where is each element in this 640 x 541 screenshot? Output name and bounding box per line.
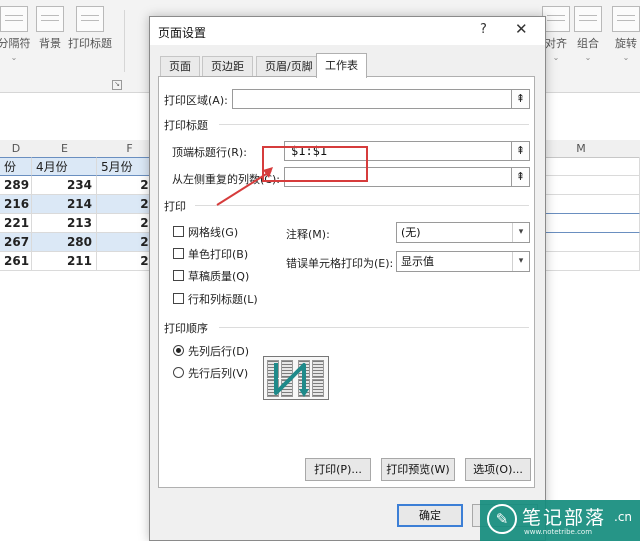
black-white-checkbox[interactable] bbox=[173, 248, 184, 259]
errors-value: 显示值 bbox=[401, 255, 434, 268]
site-watermark: ✎ 笔记部落 .cn www.notetribe.com bbox=[480, 500, 640, 541]
background-icon bbox=[36, 6, 64, 32]
print-titles-icon bbox=[76, 6, 104, 32]
gridlines-checkbox[interactable] bbox=[173, 226, 184, 237]
table-cell[interactable]: 211 bbox=[32, 252, 97, 271]
table-cell[interactable]: 221 bbox=[0, 214, 32, 233]
ribbon-rotate-label: 旋转 bbox=[615, 37, 637, 50]
ribbon-print-titles-label: 打印标题 bbox=[68, 37, 112, 50]
table-cell[interactable] bbox=[546, 233, 640, 252]
table-cell[interactable] bbox=[546, 252, 640, 271]
print-titles-group-title: 打印标题 bbox=[164, 119, 208, 132]
chevron-down-icon: ⌄ bbox=[622, 53, 630, 62]
down-then-over-radio[interactable] bbox=[173, 345, 184, 356]
ribbon-group-label: 组合 bbox=[577, 37, 599, 50]
watermark-brand: 笔记部落 bbox=[522, 507, 607, 529]
over-then-down-label: 先行后列(V) bbox=[188, 367, 249, 380]
print-button[interactable]: 打印(P)... bbox=[305, 458, 371, 481]
group-divider bbox=[219, 124, 529, 125]
over-then-down-radio[interactable] bbox=[173, 367, 184, 378]
table-cell[interactable]: 214 bbox=[32, 195, 97, 214]
comments-label: 注释(M): bbox=[286, 228, 330, 241]
draft-quality-label: 草稿质量(Q) bbox=[188, 270, 250, 283]
comments-select[interactable]: (无) ▾ bbox=[396, 222, 530, 243]
table-cell[interactable]: 261 bbox=[0, 252, 32, 271]
print-area-label: 打印区域(A): bbox=[164, 94, 228, 107]
dialog-title: 页面设置 bbox=[158, 26, 207, 40]
rotate-icon bbox=[612, 6, 640, 32]
close-icon[interactable]: ✕ bbox=[515, 20, 528, 38]
print-group-title: 打印 bbox=[164, 200, 186, 213]
pen-logo-icon: ✎ bbox=[487, 504, 517, 534]
down-then-over-label: 先列后行(D) bbox=[188, 345, 250, 358]
table-cell[interactable]: 234 bbox=[32, 176, 97, 195]
column-header-n[interactable] bbox=[616, 140, 640, 158]
row-col-headings-checkbox[interactable] bbox=[173, 293, 184, 304]
chevron-down-icon: ▾ bbox=[512, 252, 529, 271]
watermark-url: www.notetribe.com bbox=[524, 528, 593, 536]
page-setup-dialog: 页面设置 ? ✕ 页面 页边距 页眉/页脚 工作表 打印区域(A): ⇞ 打印标… bbox=[149, 16, 546, 541]
table-cell[interactable]: 289 bbox=[0, 176, 32, 195]
ribbon-separator bbox=[124, 10, 125, 72]
cell-header[interactable]: 4月份 bbox=[32, 157, 97, 176]
dialog-launcher-icon[interactable]: ↘ bbox=[112, 80, 122, 90]
table-cell[interactable] bbox=[546, 195, 640, 214]
collapse-dialog-icon[interactable]: ⇞ bbox=[511, 167, 530, 187]
dialog-titlebar[interactable]: 页面设置 ? ✕ bbox=[150, 17, 545, 45]
ribbon-background-label: 背景 bbox=[39, 37, 61, 50]
annotation-arrow-icon bbox=[216, 167, 273, 206]
row-col-headings-label: 行和列标题(L) bbox=[188, 293, 258, 306]
errors-label: 错误单元格打印为(E): bbox=[286, 257, 394, 270]
column-header-m[interactable]: M bbox=[546, 140, 617, 158]
table-cell[interactable]: 280 bbox=[32, 233, 97, 252]
tab-margins[interactable]: 页边距 bbox=[202, 56, 253, 77]
ribbon-rotate-button[interactable]: 旋转 ⌄ bbox=[598, 6, 640, 62]
sheet-tab-panel: 打印区域(A): ⇞ 打印标题 顶端标题行(R): $1:$1 ⇞ 从左侧重复的… bbox=[158, 76, 535, 488]
watermark-domain-suffix: .cn bbox=[614, 510, 633, 524]
collapse-dialog-icon[interactable]: ⇞ bbox=[511, 141, 530, 161]
table-cell[interactable] bbox=[546, 214, 640, 233]
table-cell[interactable]: 213 bbox=[32, 214, 97, 233]
collapse-dialog-icon[interactable]: ⇞ bbox=[511, 89, 530, 109]
black-white-label: 单色打印(B) bbox=[188, 248, 249, 261]
ok-button[interactable]: 确定 bbox=[397, 504, 463, 527]
table-cell[interactable]: 267 bbox=[0, 233, 32, 252]
group-divider bbox=[219, 327, 529, 328]
column-header-d[interactable]: D bbox=[0, 140, 33, 158]
page-order-group-title: 打印顺序 bbox=[164, 322, 208, 335]
page-order-preview-icon bbox=[263, 356, 329, 400]
chevron-down-icon: ▾ bbox=[512, 223, 529, 242]
table-cell[interactable]: 216 bbox=[0, 195, 32, 214]
page-order-arrow-icon bbox=[274, 363, 309, 397]
comments-value: (无) bbox=[401, 226, 421, 239]
ribbon-print-titles-button[interactable]: 打印标题 bbox=[62, 6, 118, 51]
table-cell[interactable] bbox=[546, 176, 640, 195]
table-cell[interactable] bbox=[546, 157, 640, 176]
options-button[interactable]: 选项(O)... bbox=[465, 458, 531, 481]
errors-select[interactable]: 显示值 ▾ bbox=[396, 251, 530, 272]
tab-header-footer[interactable]: 页眉/页脚 bbox=[256, 56, 322, 77]
cell-header[interactable]: 份 bbox=[0, 157, 32, 176]
tab-page[interactable]: 页面 bbox=[160, 56, 200, 77]
print-area-input[interactable] bbox=[232, 89, 515, 109]
print-preview-button[interactable]: 打印预览(W) bbox=[381, 458, 455, 481]
column-header-e[interactable]: E bbox=[32, 140, 98, 158]
tab-sheet[interactable]: 工作表 bbox=[316, 53, 367, 78]
draft-quality-checkbox[interactable] bbox=[173, 270, 184, 281]
help-button[interactable]: ? bbox=[480, 22, 487, 37]
chevron-down-icon: ⌄ bbox=[10, 53, 18, 62]
